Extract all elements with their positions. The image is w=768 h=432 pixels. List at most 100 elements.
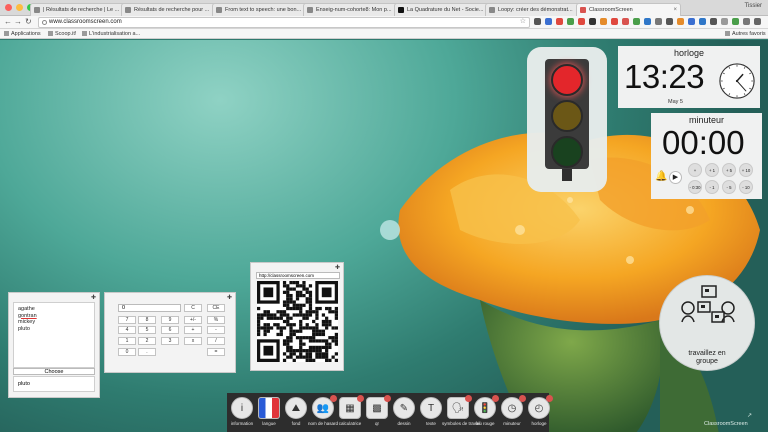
favicon-icon [580, 7, 586, 13]
favicon-icon [489, 7, 495, 13]
close-badge-icon[interactable] [546, 395, 553, 402]
play-button[interactable]: ▶ [669, 171, 682, 184]
bookmark-item[interactable]: Scoop.it! [48, 31, 76, 37]
calculator-icon: ▦ [339, 395, 364, 419]
minimize-window-button[interactable] [16, 4, 23, 11]
calculator-key[interactable]: = [207, 348, 225, 356]
extension-icons [534, 18, 761, 25]
extension-icon[interactable] [578, 18, 585, 25]
pin-move-icon[interactable]: ✚ [91, 294, 96, 301]
extension-icon[interactable] [688, 18, 695, 25]
extension-icon[interactable] [666, 18, 673, 25]
extension-icon[interactable] [534, 18, 541, 25]
random-name-icon: 👥 [312, 395, 337, 419]
close-window-button[interactable] [5, 4, 12, 11]
timer-subtract-button[interactable]: - 0:30 [688, 180, 702, 194]
qr-url-input[interactable]: http://classroomscreen.com [256, 272, 340, 279]
extension-icon[interactable] [732, 18, 739, 25]
close-tab-icon[interactable]: × [673, 4, 677, 16]
bookmark-item[interactable]: L'industrialisation a... [82, 31, 140, 37]
extension-icon[interactable] [655, 18, 662, 25]
choose-button[interactable]: Choose [13, 368, 95, 375]
text-icon: T [420, 397, 442, 419]
back-arrow-icon[interactable]: ← [4, 17, 12, 26]
pin-move-icon[interactable]: ✚ [335, 264, 340, 271]
extension-icon[interactable] [677, 18, 684, 25]
calculator-key[interactable]: 5 [138, 326, 156, 334]
browser-tab[interactable]: | Résultats de recherche | Le ...× [30, 3, 135, 16]
timer-add-button[interactable]: + 10 [739, 163, 753, 177]
extension-icon[interactable] [710, 18, 717, 25]
browser-tab-bar: | Résultats de recherche | Le ...× Résul… [0, 0, 768, 16]
expand-arrow-icon[interactable]: ↗ [747, 412, 752, 419]
calculator-key[interactable]: % [207, 316, 225, 324]
browser-tab[interactable]: Enseig-num-cohorte8: Mon p...× [303, 3, 408, 16]
profile-name[interactable]: Tissier [745, 3, 762, 9]
calculator-key[interactable]: 8 [138, 316, 156, 324]
calculator-key[interactable]: 1 [118, 337, 136, 345]
calculator-key[interactable]: 9 [161, 316, 179, 324]
calculator-key[interactable]: 0 [118, 348, 136, 356]
timer-add-button[interactable]: + 1 [705, 163, 719, 177]
browser-tab[interactable]: Résultats de recherche pour ...× [121, 3, 226, 16]
other-bookmarks[interactable]: Autres favoris [725, 31, 766, 37]
calculator-key[interactable]: 4 [118, 326, 136, 334]
extension-icon[interactable] [644, 18, 651, 25]
extension-icon[interactable] [611, 18, 618, 25]
names-textarea[interactable]: agathe gontran mickey pluto [13, 302, 95, 368]
browser-tab[interactable]: Loopy: créer des démonstrat...× [485, 3, 590, 16]
calculator-key[interactable]: x [184, 337, 202, 345]
calculator-key[interactable]: . [138, 348, 156, 356]
bell-icon[interactable]: 🔔 [655, 171, 667, 182]
menu-icon[interactable] [754, 18, 761, 25]
calculator-key[interactable]: / [207, 337, 225, 345]
calculator-key[interactable]: + [184, 326, 202, 334]
browser-tab[interactable]: La Quadrature du Net - Socie...× [394, 3, 499, 16]
timer-subtract-button[interactable]: - 5 [722, 180, 736, 194]
calculator-key[interactable]: 3 [161, 337, 179, 345]
flag-icon [258, 397, 280, 419]
timer-icon: ◷ [501, 395, 526, 419]
page-info-icon[interactable] [42, 20, 47, 25]
extension-icon[interactable] [721, 18, 728, 25]
extension-icon[interactable] [633, 18, 640, 25]
calculator-display[interactable]: 0 [118, 304, 181, 312]
green-lamp[interactable] [551, 136, 583, 168]
qr-code-image [257, 281, 338, 362]
extension-icon[interactable] [622, 18, 629, 25]
address-bar[interactable]: www.classroomscreen.com ☆ [38, 17, 530, 28]
timer-add-button[interactable]: + 5 [722, 163, 736, 177]
bookmark-item[interactable]: Applications [4, 31, 41, 37]
calculator-key[interactable]: 6 [161, 326, 179, 334]
pin-move-icon[interactable]: ✚ [227, 294, 232, 301]
browser-tab-active[interactable]: ClassroomScreen × [576, 3, 681, 16]
work-symbols-icon: 🗣 [447, 395, 472, 419]
reload-icon[interactable]: ↻ [25, 17, 32, 26]
dock-item-horloge[interactable]: ◴ horloge [523, 395, 555, 431]
bookmarks-bar: Applications Scoop.it! L'industrialisati… [0, 29, 768, 39]
timer-subtract-button[interactable]: - 10 [739, 180, 753, 194]
timer-add-button[interactable]: + 0:30 [688, 163, 702, 186]
calculator-key[interactable]: 7 [118, 316, 136, 324]
calculator-key[interactable]: 2 [138, 337, 156, 345]
amber-lamp[interactable] [551, 100, 583, 132]
red-lamp[interactable] [551, 64, 583, 96]
bookmark-star-icon[interactable]: ☆ [520, 17, 526, 26]
browser-tab[interactable]: From text to speech: une bon...× [212, 3, 317, 16]
dock-item-label: horloge [531, 421, 547, 426]
calculator-key[interactable]: +/- [184, 316, 202, 324]
timer-subtract-button[interactable]: - 1 [705, 180, 719, 194]
favicon-icon [216, 7, 222, 13]
calculator-key[interactable]: C [184, 304, 202, 312]
extension-icon[interactable] [545, 18, 552, 25]
extension-icon[interactable] [556, 18, 563, 25]
calculator-key[interactable]: - [207, 326, 225, 334]
extension-icon[interactable] [600, 18, 607, 25]
forward-arrow-icon[interactable]: → [14, 17, 22, 26]
extension-icon[interactable] [743, 18, 750, 25]
analog-clock-icon [719, 63, 755, 99]
extension-icon[interactable] [589, 18, 596, 25]
extension-icon[interactable] [567, 18, 574, 25]
calculator-key[interactable]: CE [207, 304, 225, 312]
extension-icon[interactable] [699, 18, 706, 25]
